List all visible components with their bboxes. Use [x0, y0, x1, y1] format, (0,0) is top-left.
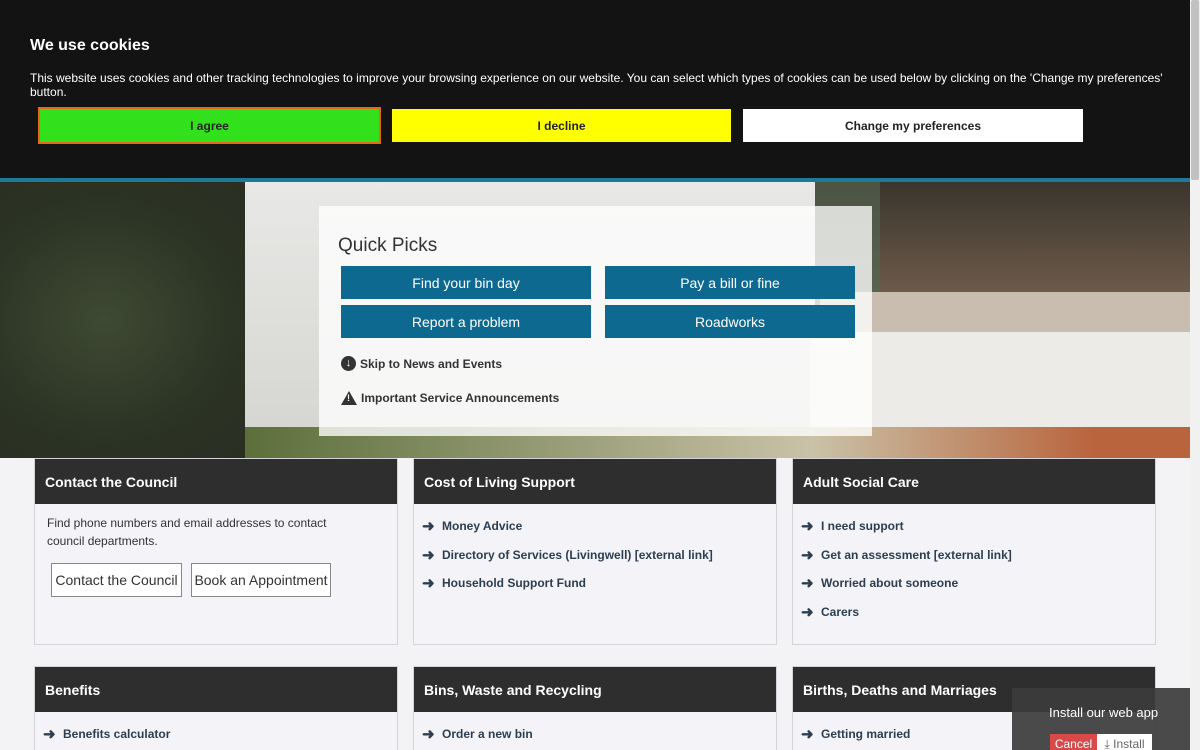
change-preferences-button[interactable]: Change my preferences	[743, 109, 1083, 142]
link-label: Household Support Fund	[442, 576, 586, 591]
arrow-right-icon: ➜	[422, 546, 435, 564]
announce-link-label: Important Service Announcements	[361, 391, 560, 405]
report-problem-button[interactable]: Report a problem	[341, 305, 591, 338]
install-app-popup: Install our web app Cancel ⤓ Install	[1012, 688, 1190, 750]
benefits-calculator-link[interactable]: ➜ Benefits calculator	[43, 720, 389, 749]
quick-picks-panel: Quick Picks Find your bin day Pay a bill…	[319, 206, 872, 436]
link-label: Worried about someone	[821, 576, 959, 591]
card-title: Cost of Living Support	[414, 459, 776, 504]
card-description: Find phone numbers and email addresses t…	[47, 516, 327, 548]
carers-link[interactable]: ➜ Carers	[801, 598, 1147, 627]
card-contact-council: Contact the Council Find phone numbers a…	[34, 458, 398, 645]
service-announcements-link[interactable]: ! Important Service Announcements	[341, 391, 559, 405]
card-title: Contact the Council	[35, 459, 397, 504]
warning-icon: !	[341, 391, 357, 405]
pay-bill-button[interactable]: Pay a bill or fine	[605, 266, 855, 299]
arrow-right-icon: ➜	[422, 726, 435, 744]
hero-trees	[0, 182, 260, 458]
link-label: I need support	[821, 519, 904, 534]
arrow-down-circle-icon: ↓	[341, 356, 356, 371]
arrow-right-icon: ➜	[801, 575, 814, 593]
book-appointment-button[interactable]: Book an Appointment	[191, 563, 331, 597]
scrollbar-thumb[interactable]	[1191, 0, 1199, 180]
cookie-title: We use cookies	[30, 37, 150, 54]
link-label: Getting married	[821, 727, 911, 742]
skip-link-label: Skip to News and Events	[360, 356, 503, 371]
arrow-right-icon: ➜	[422, 575, 435, 593]
cookie-banner: We use cookies This website uses cookies…	[0, 0, 1190, 182]
worried-about-someone-link[interactable]: ➜ Worried about someone	[801, 569, 1147, 598]
cookie-text: This website uses cookies and other trac…	[30, 71, 1163, 99]
install-text: Install our web app	[1049, 705, 1159, 720]
arrow-right-icon: ➜	[801, 603, 814, 621]
order-new-bin-link[interactable]: ➜ Order a new bin	[422, 720, 768, 749]
hero-roof	[820, 292, 1190, 332]
household-support-fund-link[interactable]: ➜ Household Support Fund	[422, 569, 768, 598]
directory-of-services-link[interactable]: ➜ Directory of Services (Livingwell) [ext…	[422, 541, 768, 570]
card-benefits: Benefits ➜ Benefits calculator	[34, 666, 398, 750]
link-label: Benefits calculator	[63, 727, 171, 742]
link-label: Carers	[821, 604, 860, 619]
card-adult-social-care: Adult Social Care ➜ I need support ➜ Get a…	[792, 458, 1156, 645]
install-button[interactable]: ⤓ Install	[1097, 734, 1152, 750]
link-label: Order a new bin	[442, 727, 533, 742]
install-label: Install	[1113, 736, 1145, 750]
link-label: Get an assessment [external link]	[821, 547, 1012, 562]
link-label: Directory of Services (Livingwell) [exte…	[442, 547, 713, 562]
agree-button[interactable]: I agree	[38, 107, 381, 144]
quick-picks-title: Quick Picks	[338, 235, 438, 256]
money-advice-link[interactable]: ➜ Money Advice	[422, 512, 768, 541]
decline-button[interactable]: I decline	[392, 109, 731, 142]
arrow-right-icon: ➜	[801, 726, 814, 744]
download-icon: ⤓	[1104, 736, 1110, 750]
skip-to-news-link[interactable]: ↓ Skip to News and Events	[341, 356, 502, 371]
get-assessment-link[interactable]: ➜ Get an assessment [external link]	[801, 541, 1147, 570]
hero-trees-right	[880, 182, 1190, 292]
card-title: Bins, Waste and Recycling	[414, 667, 776, 712]
card-title: Benefits	[35, 667, 397, 712]
find-bin-day-button[interactable]: Find your bin day	[341, 266, 591, 299]
arrow-right-icon: ➜	[801, 518, 814, 536]
card-cost-of-living: Cost of Living Support ➜ Money Advice ➜ Di…	[413, 458, 777, 645]
card-bins-waste: Bins, Waste and Recycling ➜ Order a new b…	[413, 666, 777, 750]
roadworks-button[interactable]: Roadworks	[605, 305, 855, 338]
arrow-right-icon: ➜	[801, 546, 814, 564]
install-cancel-button[interactable]: Cancel	[1050, 734, 1097, 750]
arrow-right-icon: ➜	[422, 518, 435, 536]
arrow-right-icon: ➜	[43, 726, 56, 744]
i-need-support-link[interactable]: ➜ I need support	[801, 512, 1147, 541]
link-label: Money Advice	[442, 519, 523, 534]
contact-council-button[interactable]: Contact the Council	[51, 563, 182, 597]
card-title: Adult Social Care	[793, 459, 1155, 504]
